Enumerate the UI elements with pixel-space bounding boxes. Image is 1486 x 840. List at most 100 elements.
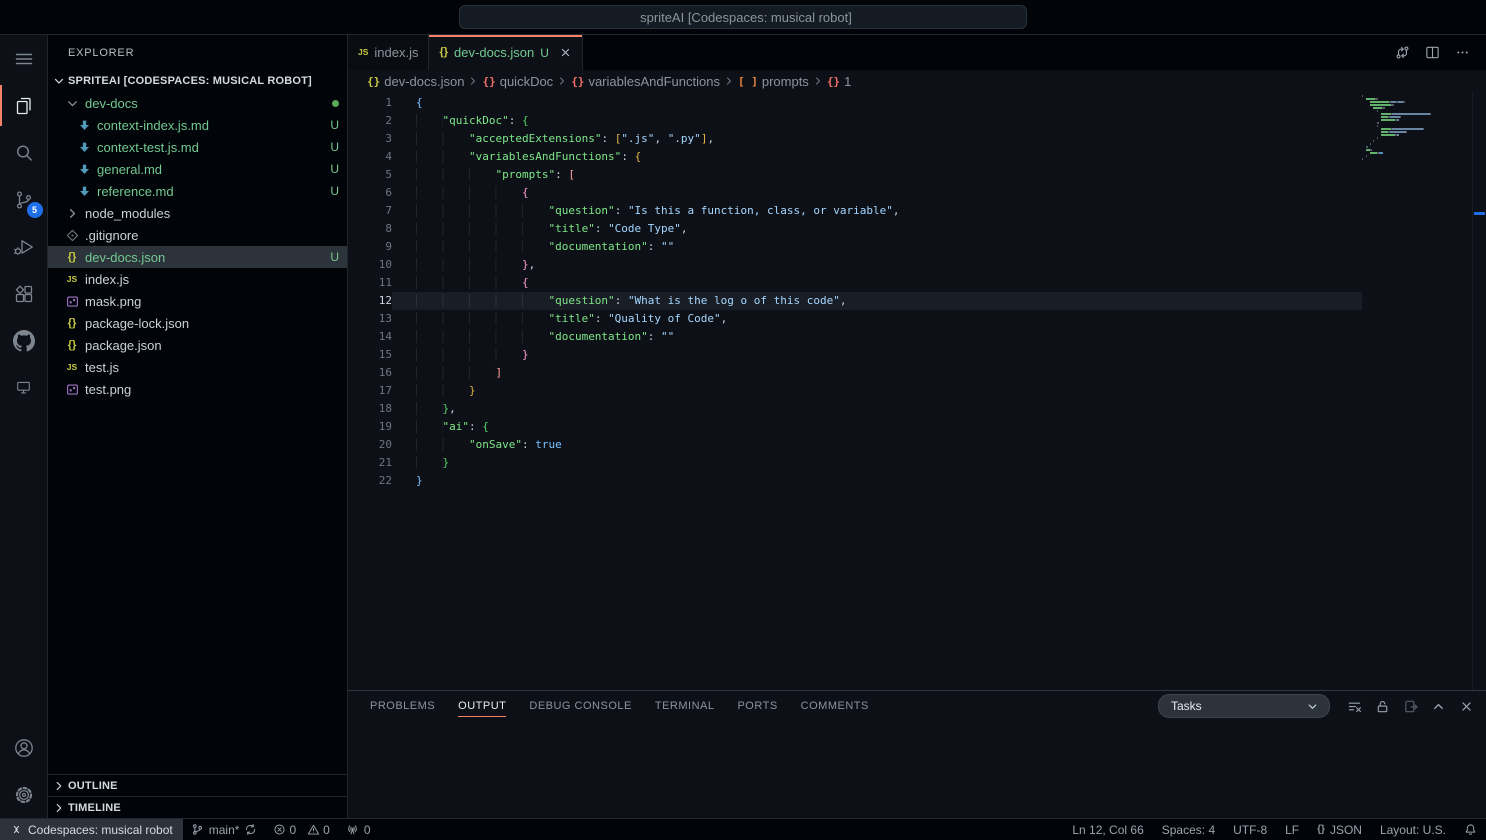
status-git-branch[interactable]: main* xyxy=(183,819,266,840)
panel-tab-debug-console[interactable]: DEBUG CONSOLE xyxy=(529,691,631,721)
breadcrumb-item-quickDoc[interactable]: {}quickDoc xyxy=(482,74,553,89)
close-panel-icon[interactable] xyxy=(1459,699,1474,714)
panel-tab-comments[interactable]: COMMENTS xyxy=(801,691,869,721)
activity-item-github[interactable] xyxy=(0,317,48,364)
code-line-6[interactable]: 6 { xyxy=(348,184,1362,202)
status-encoding[interactable]: UTF-8 xyxy=(1224,819,1276,840)
minimap[interactable] xyxy=(1362,95,1472,161)
breadcrumb-item-dev-docs.json[interactable]: {}dev-docs.json xyxy=(367,74,464,89)
tree-item-dev-docs.json[interactable]: {}dev-docs.jsonU xyxy=(48,246,347,268)
tree-item-context-index.js.md[interactable]: context-index.js.mdU xyxy=(48,114,347,136)
activity-item-menu[interactable] xyxy=(0,35,48,82)
panel-tab-terminal[interactable]: TERMINAL xyxy=(655,691,715,721)
code-line-1[interactable]: 1{ xyxy=(348,94,1362,112)
status-ports[interactable]: 0 xyxy=(338,819,379,840)
activity-item-source-control[interactable]: 5 xyxy=(0,176,48,223)
timeline-section[interactable]: TIMELINE xyxy=(48,796,347,818)
activity-item-explorer[interactable] xyxy=(0,82,48,129)
code-line-19[interactable]: 19 "ai": { xyxy=(348,418,1362,436)
code-line-13[interactable]: 13 "title": "Quality of Code", xyxy=(348,310,1362,328)
command-center-search[interactable]: spriteAI [Codespaces: musical robot] xyxy=(459,5,1027,29)
code-line-9[interactable]: 9 "documentation": "" xyxy=(348,238,1362,256)
tree-item-dev-docs[interactable]: dev-docs xyxy=(48,92,347,114)
status-problems[interactable]: 00 xyxy=(265,819,337,840)
status-keyboard-layout[interactable]: Layout: U.S. xyxy=(1371,819,1455,840)
source-control-badge: 5 xyxy=(27,202,43,218)
panel-tab-output[interactable]: OUTPUT xyxy=(458,691,506,721)
line-number: 12 xyxy=(348,292,392,310)
breadcrumb-item-prompts[interactable]: [ ]prompts xyxy=(738,74,809,89)
timeline-label: TIMELINE xyxy=(68,802,121,814)
tree-item-package.json[interactable]: {}package.json xyxy=(48,334,347,356)
code-line-12[interactable]: 12 "question": "What is the log o of thi… xyxy=(348,292,1362,310)
output-channel-select[interactable]: Tasks xyxy=(1158,694,1330,718)
code-line-4[interactable]: 4 "variablesAndFunctions": { xyxy=(348,148,1362,166)
open-changes-icon[interactable] xyxy=(1395,45,1410,60)
activity-item-settings-gear[interactable] xyxy=(0,771,48,818)
maximize-panel-icon[interactable] xyxy=(1431,699,1446,714)
activity-item-search[interactable] xyxy=(0,129,48,176)
tab-dev-docs.json[interactable]: {}dev-docs.jsonU xyxy=(429,35,582,70)
breadcrumb-item-variablesAndFunctions[interactable]: {}variablesAndFunctions xyxy=(571,74,720,89)
close-icon[interactable] xyxy=(559,46,572,59)
project-root-folder[interactable]: SPRITEAI [CODESPACES: MUSICAL ROBOT] xyxy=(48,70,347,92)
code-line-17[interactable]: 17 } xyxy=(348,382,1362,400)
activity-item-account[interactable] xyxy=(0,724,48,771)
activity-item-remote-explorer[interactable] xyxy=(0,364,48,411)
chevron-right-icon xyxy=(64,206,80,221)
line-content: "acceptedExtensions": [".js", ".py"], xyxy=(392,130,1362,148)
tree-item-test.png[interactable]: test.png xyxy=(48,378,347,400)
markdown-icon xyxy=(76,140,92,155)
tree-item-context-test.js.md[interactable]: context-test.js.mdU xyxy=(48,136,347,158)
overview-ruler[interactable] xyxy=(1472,92,1486,690)
more-actions-icon[interactable] xyxy=(1455,45,1470,60)
unlock-icon[interactable] xyxy=(1375,699,1390,714)
tree-item-mask.png[interactable]: mask.png xyxy=(48,290,347,312)
code-line-10[interactable]: 10 }, xyxy=(348,256,1362,274)
code-line-7[interactable]: 7 "question": "Is this a function, class… xyxy=(348,202,1362,220)
tree-item-label: reference.md xyxy=(97,184,325,199)
sidebar-title: EXPLORER xyxy=(68,47,134,59)
code-line-3[interactable]: 3 "acceptedExtensions": [".js", ".py"], xyxy=(348,130,1362,148)
code-line-20[interactable]: 20 "onSave": true xyxy=(348,436,1362,454)
clear-output-icon[interactable] xyxy=(1347,699,1362,714)
status-language-mode[interactable]: {}JSON xyxy=(1308,819,1371,840)
code-line-18[interactable]: 18 }, xyxy=(348,400,1362,418)
outline-section[interactable]: OUTLINE xyxy=(48,774,347,796)
tree-item-test.js[interactable]: JStest.js xyxy=(48,356,347,378)
tree-item-general.md[interactable]: general.mdU xyxy=(48,158,347,180)
panel-tab-ports[interactable]: PORTS xyxy=(737,691,777,721)
status-remote-indicator[interactable]: Codespaces: musical robot xyxy=(0,819,183,840)
code-line-8[interactable]: 8 "title": "Code Type", xyxy=(348,220,1362,238)
tree-item-reference.md[interactable]: reference.mdU xyxy=(48,180,347,202)
tab-index.js[interactable]: JSindex.js xyxy=(348,35,429,70)
tree-item-package-lock.json[interactable]: {}package-lock.json xyxy=(48,312,347,334)
status-indentation[interactable]: Spaces: 4 xyxy=(1153,819,1224,840)
tree-item-.gitignore[interactable]: .gitignore xyxy=(48,224,347,246)
code-editor[interactable]: 1{2 "quickDoc": {3 "acceptedExtensions":… xyxy=(348,92,1486,690)
code-line-22[interactable]: 22} xyxy=(348,472,1362,490)
open-in-editor-icon[interactable] xyxy=(1403,699,1418,714)
status-notifications[interactable] xyxy=(1455,819,1486,840)
code-line-16[interactable]: 16 ] xyxy=(348,364,1362,382)
activity-item-extensions[interactable] xyxy=(0,270,48,317)
line-number: 6 xyxy=(348,184,392,202)
tree-item-node_modules[interactable]: node_modules xyxy=(48,202,347,224)
breadcrumb-item-1[interactable]: {}1 xyxy=(827,74,851,89)
status-eol[interactable]: LF xyxy=(1276,819,1308,840)
status-count: 0 xyxy=(289,823,296,837)
code-line-11[interactable]: 11 { xyxy=(348,274,1362,292)
split-editor-icon[interactable] xyxy=(1425,45,1440,60)
activity-item-run-debug[interactable] xyxy=(0,223,48,270)
code-line-14[interactable]: 14 "documentation": "" xyxy=(348,328,1362,346)
code-line-5[interactable]: 5 "prompts": [ xyxy=(348,166,1362,184)
code-line-15[interactable]: 15 } xyxy=(348,346,1362,364)
tree-item-label: dev-docs.json xyxy=(85,250,325,265)
tree-item-index.js[interactable]: JSindex.js xyxy=(48,268,347,290)
code-line-2[interactable]: 2 "quickDoc": { xyxy=(348,112,1362,130)
breadcrumb-label: variablesAndFunctions xyxy=(588,74,720,89)
code-line-21[interactable]: 21 } xyxy=(348,454,1362,472)
panel-tab-problems[interactable]: PROBLEMS xyxy=(370,691,435,721)
warning-icon xyxy=(307,823,320,836)
status-cursor-position[interactable]: Ln 12, Col 66 xyxy=(1063,819,1152,840)
